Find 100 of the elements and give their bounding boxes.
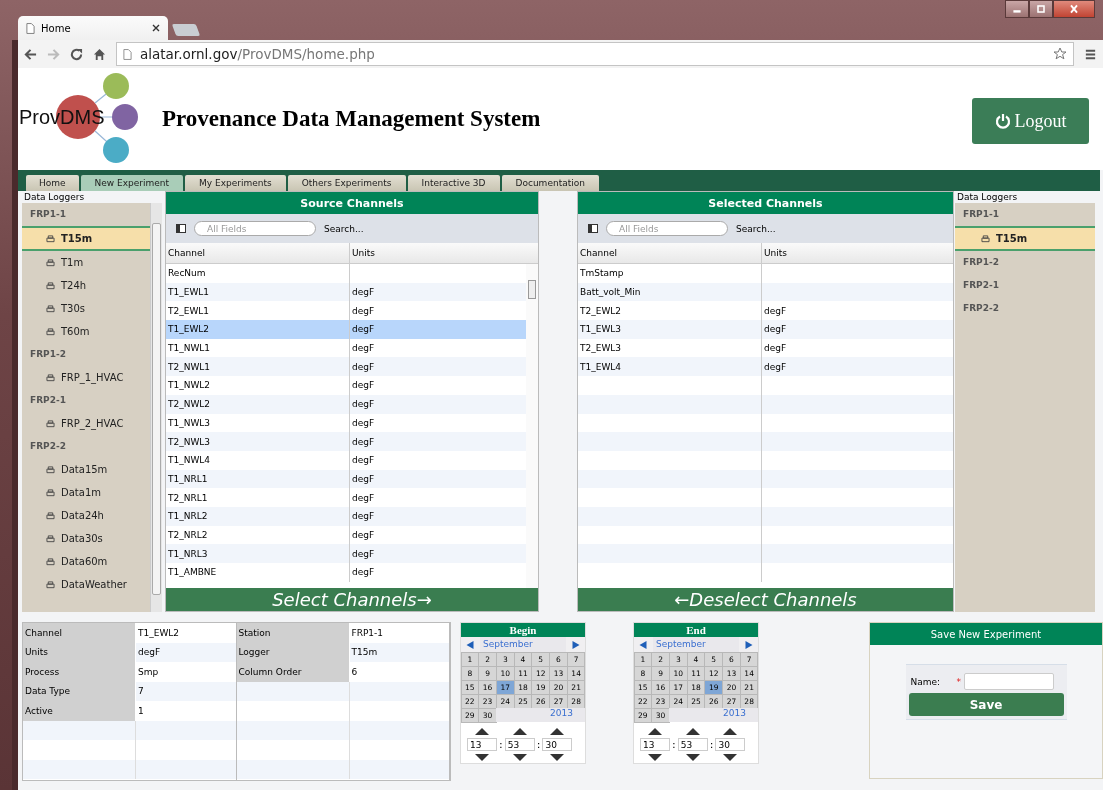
time-field[interactable]: 30: [715, 738, 746, 751]
tree-group[interactable]: FRP2-1: [955, 274, 1095, 297]
table-row[interactable]: T1_EWL2 degF: [166, 320, 526, 339]
year-label[interactable]: 2013: [669, 708, 758, 722]
tree-group[interactable]: FRP2-1: [22, 389, 150, 412]
tree-item[interactable]: T24h: [22, 274, 150, 297]
time-field[interactable]: 13: [640, 738, 670, 751]
column-header[interactable]: Channel: [166, 243, 350, 263]
new-tab-button[interactable]: [171, 24, 201, 36]
table-row[interactable]: T1_NRL2 degF: [166, 506, 526, 526]
nav-tab[interactable]: Others Experiments: [287, 175, 406, 191]
nav-tab[interactable]: Home: [26, 175, 79, 191]
action-button[interactable]: Select Channels→: [166, 588, 538, 611]
year-label[interactable]: 2013: [496, 708, 585, 722]
tree-item[interactable]: Data24h: [22, 504, 150, 527]
tree-item[interactable]: FRP_1_HVAC: [22, 366, 150, 389]
tree-item[interactable]: Data15m: [22, 458, 150, 481]
table-row[interactable]: T1_NRL1 degF: [166, 469, 526, 489]
decrement-button[interactable]: [475, 754, 489, 761]
decrement-button[interactable]: [550, 754, 565, 761]
tree-group[interactable]: FRP1-2: [955, 251, 1095, 274]
search-field[interactable]: All Fields: [194, 221, 316, 236]
decrement-button[interactable]: [723, 754, 738, 761]
table-row[interactable]: T2_NWL1 degF: [166, 357, 526, 377]
action-button[interactable]: ←Deselect Channels: [578, 588, 953, 611]
logout-button[interactable]: Logout: [972, 98, 1089, 144]
tree-item[interactable]: DataWeather: [22, 573, 150, 596]
field-label: Data Type: [23, 681, 136, 701]
table-row[interactable]: T1_EWL1 degF: [166, 282, 526, 302]
reload-icon[interactable]: [70, 47, 83, 61]
required-mark: *: [956, 676, 961, 687]
maximize-button[interactable]: [1029, 0, 1053, 18]
printer-icon: [46, 373, 55, 382]
address-bar[interactable]: alatar.ornl.gov/ProvDMS/home.php: [116, 42, 1074, 66]
table-row[interactable]: T1_NWL2 degF: [166, 376, 526, 395]
month-label[interactable]: September: [653, 637, 739, 652]
columns-icon[interactable]: [176, 224, 186, 233]
printer-icon: [981, 234, 990, 243]
decrement-button[interactable]: [648, 754, 662, 761]
printer-icon: [46, 465, 55, 474]
table-row[interactable]: RecNum: [166, 264, 526, 283]
page-icon: [26, 22, 35, 34]
close-icon[interactable]: [152, 24, 160, 32]
decrement-button[interactable]: [512, 754, 527, 761]
tree-item[interactable]: Data30s: [22, 527, 150, 550]
minimize-button[interactable]: [1005, 0, 1029, 18]
home-icon[interactable]: [93, 47, 106, 61]
month-label[interactable]: September: [480, 637, 566, 652]
star-icon[interactable]: [1053, 47, 1067, 61]
table-row[interactable]: T2_NWL2 degF: [166, 394, 526, 414]
tree-group[interactable]: FRP1-1: [955, 203, 1095, 226]
column-header[interactable]: Units: [350, 243, 538, 263]
tree-item[interactable]: Data1m: [22, 481, 150, 504]
tree-item[interactable]: T1m: [22, 251, 150, 274]
nav-tab[interactable]: Interactive 3D: [407, 175, 500, 191]
table-row[interactable]: T1_EWL4 degF: [578, 357, 953, 377]
time-field[interactable]: 13: [467, 738, 497, 751]
back-icon[interactable]: [24, 47, 37, 61]
scrollbar[interactable]: [526, 264, 538, 588]
scrollbar[interactable]: [150, 203, 162, 612]
name-field[interactable]: [964, 673, 1054, 690]
columns-icon[interactable]: [588, 224, 598, 233]
field-label: Name:: [909, 676, 942, 687]
printer-icon: [46, 304, 55, 313]
time-field[interactable]: 30: [542, 738, 573, 751]
table-row[interactable]: T1_AMBNE degF: [166, 563, 526, 582]
tree-group[interactable]: FRP1-2: [22, 343, 150, 366]
nav-tab[interactable]: My Experiments: [185, 175, 286, 191]
table-row[interactable]: T2_NWL3 degF: [166, 432, 526, 451]
column-header[interactable]: Channel: [578, 243, 762, 263]
column-header[interactable]: Units: [762, 243, 953, 263]
time-field[interactable]: 53: [504, 738, 535, 751]
field-label: Units: [23, 642, 136, 662]
save-button[interactable]: Save: [908, 693, 1064, 716]
menu-icon[interactable]: [1084, 47, 1097, 61]
tree-group[interactable]: FRP2-2: [22, 435, 150, 458]
tree-item[interactable]: Data60m: [22, 550, 150, 573]
power-icon: [994, 113, 1011, 129]
panel-title: Selected Channels: [578, 192, 953, 214]
time-field[interactable]: 53: [677, 738, 708, 751]
table-row[interactable]: T2_NRL1 degF: [166, 488, 526, 507]
table-row[interactable]: T1_NWL4 degF: [166, 450, 526, 470]
decrement-button[interactable]: [685, 754, 700, 761]
nav-tab[interactable]: New Experiment: [80, 175, 184, 191]
field-value: 6: [350, 665, 359, 679]
table-row[interactable]: TmStamp: [578, 264, 953, 283]
nav-tab[interactable]: Documentation: [501, 175, 599, 191]
close-window-button[interactable]: [1053, 0, 1095, 18]
search-field[interactable]: All Fields: [606, 221, 728, 236]
browser-tab[interactable]: Home: [18, 16, 168, 40]
tree-group[interactable]: FRP1-1: [22, 203, 150, 226]
tree-item[interactable]: T60m: [22, 320, 150, 343]
tree-item[interactable]: T15m: [22, 226, 150, 251]
table-row[interactable]: T1_EWL3 degF: [578, 320, 953, 339]
table-row[interactable]: Batt_volt_Min: [578, 282, 953, 302]
tree-item[interactable]: FRP_2_HVAC: [22, 412, 150, 435]
tree-item[interactable]: T15m: [955, 226, 1095, 251]
table-row[interactable]: T1_NRL3 degF: [166, 544, 526, 563]
tree-item[interactable]: T30s: [22, 297, 150, 320]
tree-group[interactable]: FRP2-2: [955, 297, 1095, 320]
